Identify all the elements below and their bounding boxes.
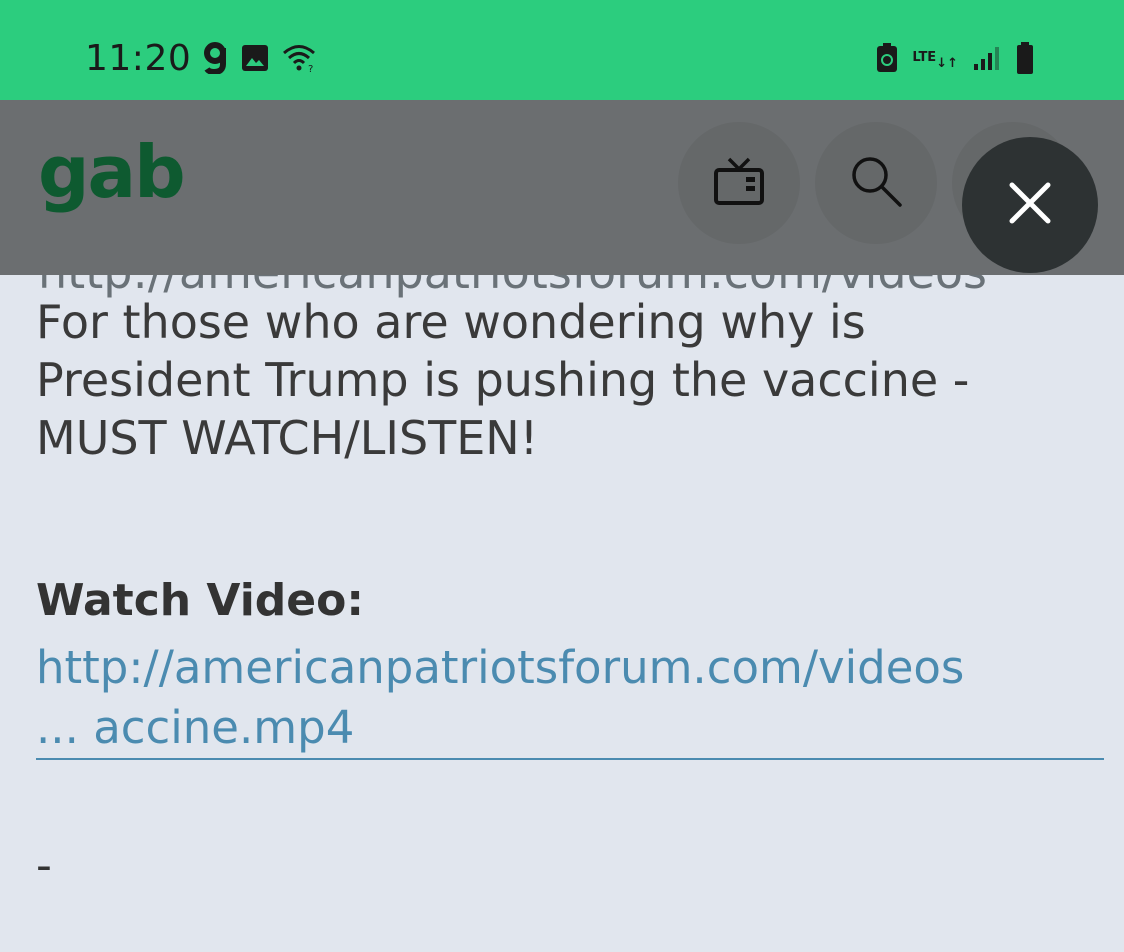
video-link[interactable]: http://americanpatriotsforum.com/videos … bbox=[36, 638, 1104, 758]
lte-icon: LTE ↓↑ bbox=[912, 50, 958, 71]
tv-icon bbox=[712, 155, 766, 211]
tv-button[interactable] bbox=[678, 122, 800, 244]
lte-text: LTE bbox=[912, 50, 937, 65]
status-bar: 11:20 ? LTE ↓↑ bbox=[0, 0, 1124, 100]
search-icon bbox=[848, 153, 904, 213]
status-right-group: LTE ↓↑ bbox=[876, 40, 1034, 76]
post-body-line: For those who are wondering why is bbox=[36, 295, 866, 349]
post-content: http://americanpatriotsforum.com/videos … bbox=[0, 275, 1124, 952]
post-body-line: MUST WATCH/LISTEN! bbox=[36, 411, 539, 465]
status-left-group: 11:20 ? bbox=[85, 37, 317, 79]
watch-video-heading: Watch Video: bbox=[36, 575, 364, 626]
wifi-icon: ? bbox=[281, 43, 317, 73]
app-header: gab bbox=[0, 100, 1124, 275]
separator-dash: - bbox=[36, 840, 52, 891]
close-button[interactable] bbox=[962, 137, 1098, 273]
gab-logo[interactable]: gab bbox=[38, 130, 186, 214]
image-notification-icon bbox=[241, 44, 269, 72]
battery-saver-icon bbox=[876, 43, 898, 73]
close-icon bbox=[1006, 179, 1054, 231]
battery-icon bbox=[1016, 42, 1034, 74]
search-button[interactable] bbox=[815, 122, 937, 244]
link-underline bbox=[36, 758, 1104, 760]
status-time: 11:20 bbox=[85, 37, 192, 79]
svg-text:?: ? bbox=[308, 64, 313, 73]
signal-icon bbox=[972, 46, 1002, 70]
gab-notification-icon bbox=[203, 42, 229, 74]
post-body-line: President Trump is pushing the vaccine - bbox=[36, 353, 970, 407]
post-body: For those who are wondering why is Presi… bbox=[36, 293, 1116, 467]
video-link-line2: ... accine.mp4 bbox=[36, 701, 355, 754]
video-link-line1: http://americanpatriotsforum.com/videos bbox=[36, 641, 965, 694]
